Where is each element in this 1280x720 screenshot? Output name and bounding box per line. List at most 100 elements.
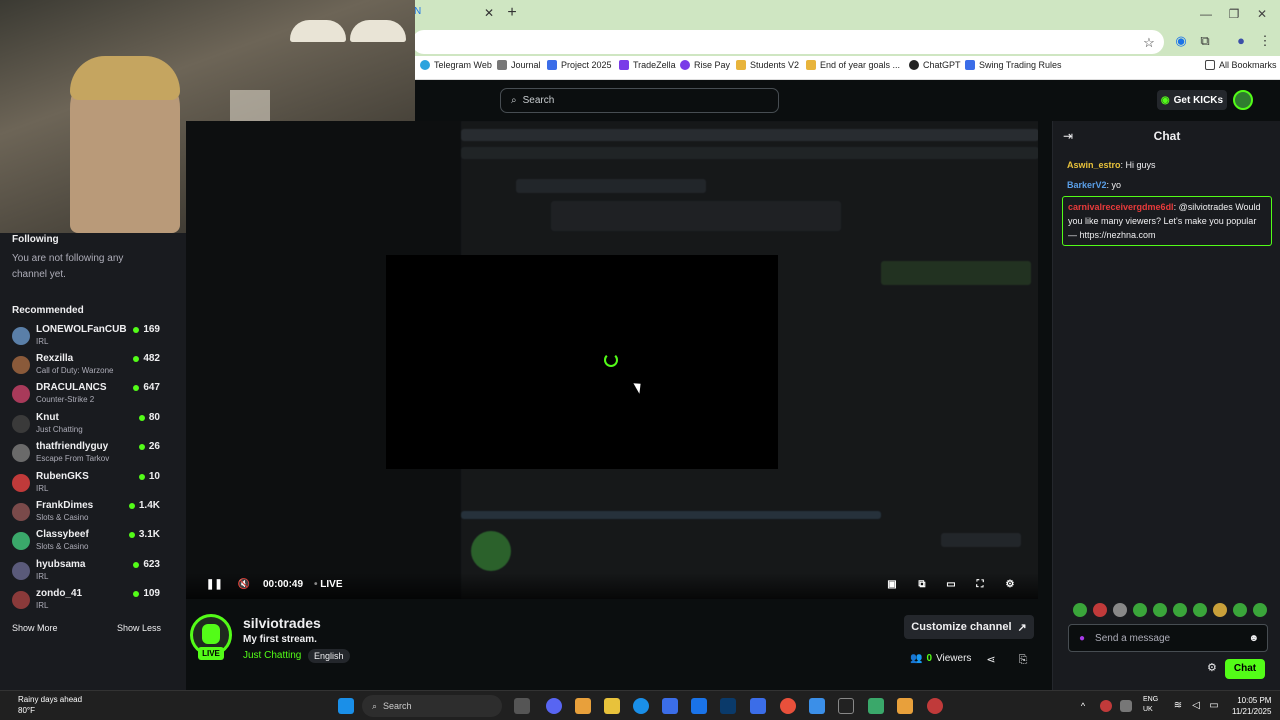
bookmark-item[interactable]: TradeZella: [619, 60, 676, 70]
bookmark-item[interactable]: Journal: [497, 60, 541, 70]
channel-row[interactable]: FrankDimes Slots & Casino 1.4K: [12, 500, 160, 528]
vscode-icon[interactable]: [720, 698, 736, 714]
channel-row[interactable]: thatfriendlyguy Escape From Tarkov 26: [12, 441, 160, 469]
fullscreen-icon[interactable]: ⛶: [972, 577, 988, 593]
extensions-puzzle-icon[interactable]: ⧉: [1196, 32, 1214, 50]
share-icon[interactable]: ⋖: [984, 653, 998, 667]
channel-row[interactable]: zondo_41 IRL 109: [12, 588, 160, 616]
user-avatar[interactable]: [1233, 90, 1253, 110]
viewers-icon: 👥: [910, 653, 923, 664]
language-indicator[interactable]: ENG UK: [1143, 695, 1158, 715]
app-icon[interactable]: [750, 698, 766, 714]
channel-row[interactable]: hyubsama IRL 623: [12, 559, 160, 587]
customize-channel-button[interactable]: Customize channel ↗: [904, 615, 1034, 639]
app-icon[interactable]: [868, 698, 884, 714]
chat-username[interactable]: Aswin_estro: [1067, 160, 1121, 170]
discord-icon[interactable]: [546, 698, 562, 714]
tray-app-icon[interactable]: [1120, 700, 1132, 712]
address-bar[interactable]: ☆: [412, 30, 1164, 54]
miniplayer-icon[interactable]: ▭: [943, 577, 959, 593]
show-less-button[interactable]: Show Less: [117, 623, 161, 633]
streamer-name[interactable]: silviotrades: [243, 615, 321, 631]
video-player[interactable]: ❚❚ 🔇 00:00:49 • LIVE ▣ ⧉ ▭ ⛶ ⚙: [186, 121, 1038, 599]
bookmark-item[interactable]: Project 2025: [547, 60, 612, 70]
channel-row[interactable]: RubenGKS IRL 10: [12, 471, 160, 499]
emote-icon[interactable]: [1093, 603, 1107, 617]
emoji-icon[interactable]: ☻: [1248, 633, 1259, 644]
tray-app-icon[interactable]: [1100, 700, 1112, 712]
pip-icon[interactable]: ⧉: [914, 577, 930, 593]
close-window-button[interactable]: ✕: [1252, 6, 1272, 22]
clip-icon[interactable]: ⎘: [1016, 653, 1030, 667]
emote-icon[interactable]: [1153, 603, 1167, 617]
store-icon[interactable]: [662, 698, 678, 714]
emote-icon[interactable]: [1213, 603, 1227, 617]
new-tab-button[interactable]: +: [504, 4, 520, 22]
all-bookmarks-button[interactable]: All Bookmarks: [1205, 60, 1277, 70]
get-kicks-button[interactable]: ◉ Get KICKs: [1157, 90, 1227, 110]
tradingview-icon[interactable]: [838, 698, 854, 714]
mic-icon[interactable]: ●: [1079, 633, 1085, 644]
channel-row[interactable]: Classybeef Slots & Casino 3.1K: [12, 529, 160, 557]
bookmark-item[interactable]: Students V2: [736, 60, 799, 70]
volume-icon[interactable]: ◁: [1188, 698, 1204, 714]
dropbox-icon[interactable]: [691, 698, 707, 714]
emote-icon[interactable]: [1233, 603, 1247, 617]
windows-start-icon[interactable]: [338, 698, 354, 714]
channel-category: IRL: [36, 601, 49, 610]
bookmark-item[interactable]: End of year goals ...: [806, 60, 900, 70]
battery-icon[interactable]: ▭: [1206, 698, 1222, 714]
theater-mode-icon[interactable]: ▣: [884, 577, 900, 593]
edge-icon[interactable]: [633, 698, 649, 714]
bookmark-item[interactable]: ChatGPT: [909, 60, 961, 70]
channel-row[interactable]: Knut Just Chatting 80: [12, 412, 160, 440]
channel-category: Escape From Tarkov: [36, 454, 110, 463]
bookmark-item[interactable]: Telegram Web: [420, 60, 492, 70]
profile-icon[interactable]: ●: [1232, 32, 1250, 50]
minimize-window-button[interactable]: —: [1196, 6, 1216, 22]
emote-icon[interactable]: [1133, 603, 1147, 617]
chat-username[interactable]: BarkerV2: [1067, 180, 1107, 190]
emote-icon[interactable]: [1073, 603, 1087, 617]
search-input[interactable]: ⌕ Search: [500, 88, 779, 113]
browser-menu-icon[interactable]: ⋮: [1256, 32, 1274, 50]
tray-overflow-icon[interactable]: ^: [1078, 698, 1088, 714]
file-explorer-icon[interactable]: [604, 698, 620, 714]
emote-icon[interactable]: [1193, 603, 1207, 617]
chat-username[interactable]: carnivalreceivergdme6dl: [1068, 202, 1174, 212]
live-indicator[interactable]: • LIVE: [314, 577, 343, 593]
close-tab-button[interactable]: ✕: [482, 6, 496, 20]
task-view-icon[interactable]: [514, 698, 530, 714]
clock[interactable]: 10:05 PM 11/21/2025: [1232, 695, 1271, 717]
app-icon[interactable]: [897, 698, 913, 714]
show-more-button[interactable]: Show More: [12, 623, 58, 633]
wifi-icon[interactable]: ≋: [1170, 698, 1186, 714]
emote-icon[interactable]: [1173, 603, 1187, 617]
chat-send-button[interactable]: Chat: [1225, 659, 1265, 679]
chrome-icon[interactable]: [780, 698, 796, 714]
weather-widget[interactable]: Rainy days ahead 80°F: [18, 694, 82, 716]
app-icon[interactable]: [927, 698, 943, 714]
taskbar-search[interactable]: ⌕ Search: [362, 695, 502, 717]
channel-row[interactable]: Rexzilla Call of Duty: Warzone 482: [12, 353, 160, 381]
channel-row[interactable]: LONEWOLFanCUB IRL 169: [12, 324, 160, 352]
muted-volume-icon[interactable]: 🔇: [236, 577, 252, 593]
live-dot-icon: •: [314, 579, 318, 590]
chat-settings-icon[interactable]: ⚙: [1207, 661, 1217, 674]
copilot-icon[interactable]: [575, 698, 591, 714]
settings-gear-icon[interactable]: ⚙: [1002, 577, 1018, 593]
collapse-chat-icon[interactable]: ⇥: [1063, 129, 1073, 143]
bookmark-item[interactable]: Rise Pay: [680, 60, 730, 70]
stream-category[interactable]: Just Chatting: [243, 650, 301, 661]
bookmark-star-icon[interactable]: ☆: [1140, 34, 1158, 52]
settings-app-icon[interactable]: [809, 698, 825, 714]
extension-icon[interactable]: ◉: [1172, 32, 1190, 50]
bookmark-item[interactable]: Swing Trading Rules: [965, 60, 1062, 70]
language-tag[interactable]: English: [308, 649, 350, 663]
emote-icon[interactable]: [1253, 603, 1267, 617]
emote-icon[interactable]: [1113, 603, 1127, 617]
chat-input[interactable]: ● Send a message ☻: [1068, 624, 1268, 652]
maximize-window-button[interactable]: ❐: [1224, 6, 1244, 22]
channel-row[interactable]: DRACULANCS Counter-Strike 2 647: [12, 382, 160, 410]
pause-icon[interactable]: ❚❚: [206, 577, 223, 593]
